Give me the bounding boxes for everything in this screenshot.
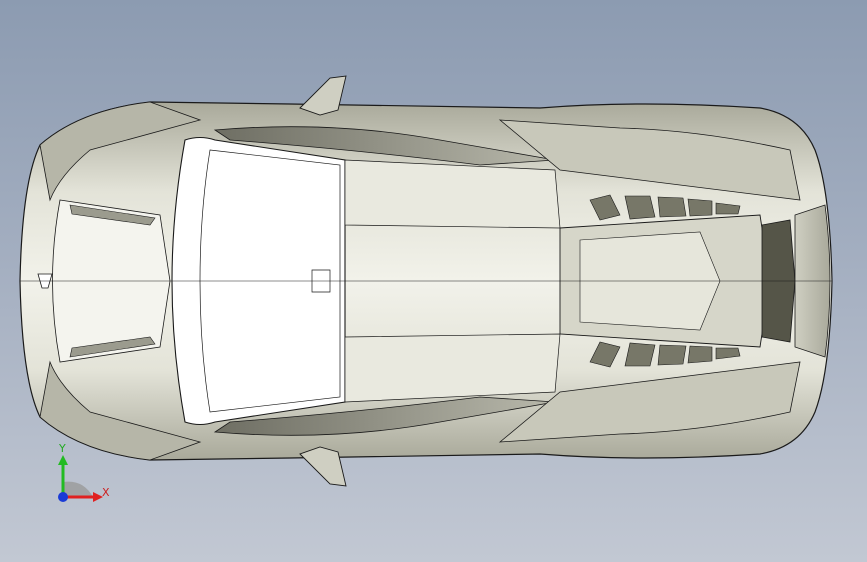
triad-x-label: X [102, 486, 110, 499]
coordinate-triad [58, 455, 103, 502]
roof-panel-bottom [344, 333, 561, 403]
roof-panel-top [344, 159, 561, 229]
triad-y-label: Y [59, 442, 66, 455]
triad-z-axis [58, 492, 68, 502]
car-model[interactable] [0, 0, 867, 562]
cad-viewport[interactable]: Y X [0, 0, 867, 562]
triad-plane [63, 481, 93, 497]
